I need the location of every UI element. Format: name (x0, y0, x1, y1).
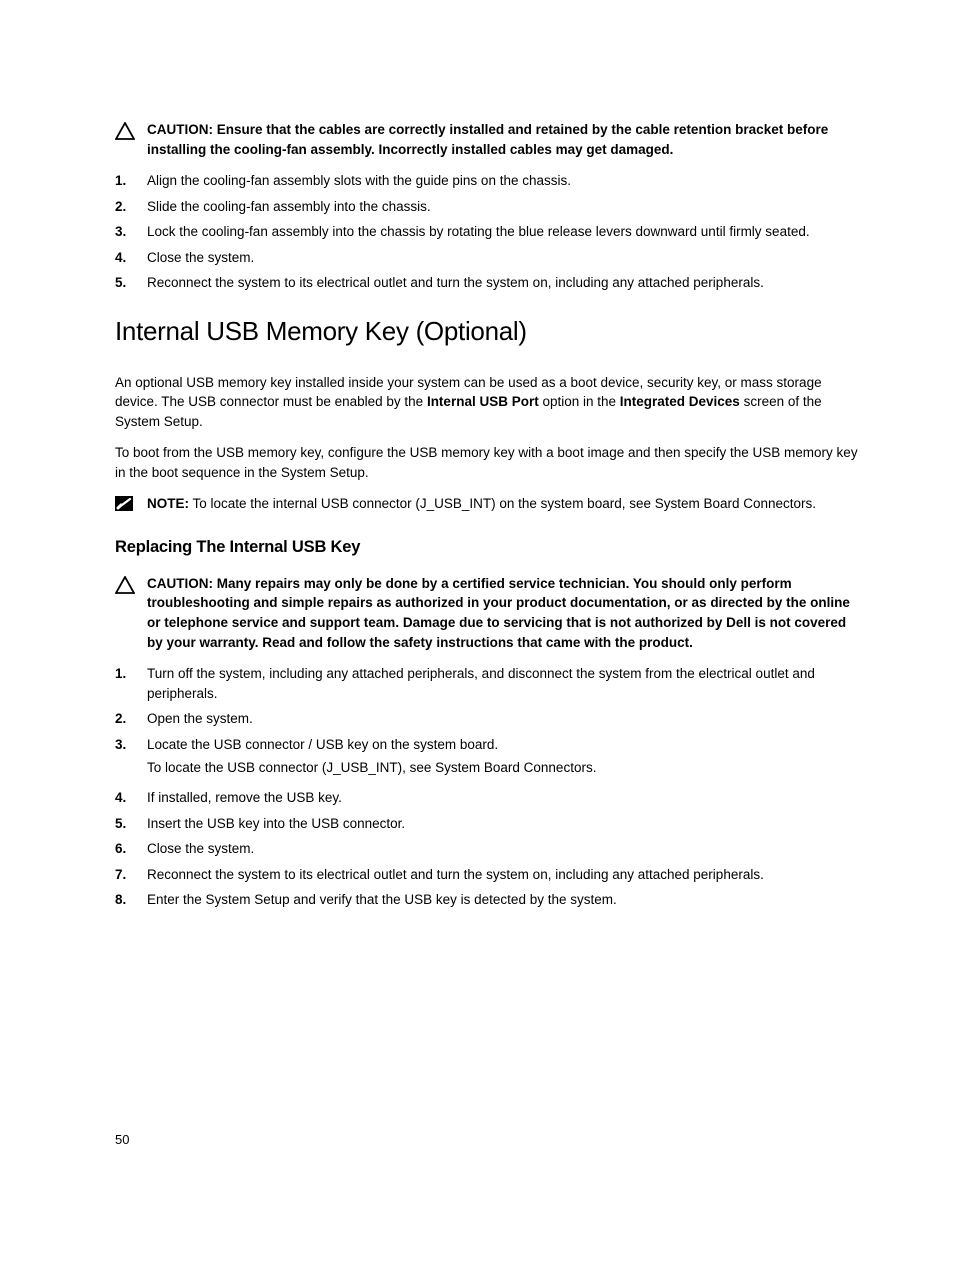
list-num: 7. (115, 865, 147, 885)
list-text: Insert the USB key into the USB connecto… (147, 814, 859, 834)
list-text: Enter the System Setup and verify that t… (147, 890, 859, 910)
list-item: 6. Close the system. (115, 839, 859, 859)
paragraph-1: An optional USB memory key installed ins… (115, 373, 859, 432)
list-text: Open the system. (147, 709, 859, 729)
list-text: Close the system. (147, 839, 859, 859)
note-text: NOTE: To locate the internal USB connect… (147, 494, 816, 514)
list-text: Lock the cooling-fan assembly into the c… (147, 222, 859, 242)
list-item: 8. Enter the System Setup and verify tha… (115, 890, 859, 910)
caution-block-2: CAUTION: Many repairs may only be done b… (115, 574, 859, 652)
list-text: If installed, remove the USB key. (147, 788, 859, 808)
list-num: 6. (115, 839, 147, 859)
list-text: Close the system. (147, 248, 859, 268)
list-num: 4. (115, 248, 147, 268)
heading-sub: Replacing The Internal USB Key (115, 536, 859, 560)
list-num: 5. (115, 814, 147, 834)
list-text: Slide the cooling-fan assembly into the … (147, 197, 859, 217)
caution-icon (115, 122, 147, 140)
list-text: Locate the USB connector / USB key on th… (147, 735, 859, 782)
caution-text-2: CAUTION: Many repairs may only be done b… (147, 574, 859, 652)
list-item: 3. Locate the USB connector / USB key on… (115, 735, 859, 782)
steps-list-2: 1. Turn off the system, including any at… (115, 664, 859, 910)
list-num: 2. (115, 709, 147, 729)
list-item: 4. If installed, remove the USB key. (115, 788, 859, 808)
list-text: Align the cooling-fan assembly slots wit… (147, 171, 859, 191)
caution-icon (115, 576, 147, 594)
heading-main: Internal USB Memory Key (Optional) (115, 313, 859, 351)
list-item: 7. Reconnect the system to its electrica… (115, 865, 859, 885)
list-num: 1. (115, 664, 147, 703)
list-item: 4. Close the system. (115, 248, 859, 268)
list-num: 5. (115, 273, 147, 293)
list-text: Reconnect the system to its electrical o… (147, 865, 859, 885)
list-item: 2. Open the system. (115, 709, 859, 729)
note-block-1: NOTE: To locate the internal USB connect… (115, 494, 859, 514)
list-num: 1. (115, 171, 147, 191)
list-item: 1. Align the cooling-fan assembly slots … (115, 171, 859, 191)
list-item: 5. Insert the USB key into the USB conne… (115, 814, 859, 834)
list-item: 3. Lock the cooling-fan assembly into th… (115, 222, 859, 242)
list-num: 4. (115, 788, 147, 808)
list-num: 3. (115, 735, 147, 782)
list-num: 8. (115, 890, 147, 910)
list-text: Reconnect the system to its electrical o… (147, 273, 859, 293)
page-number: 50 (115, 1131, 129, 1150)
list-num: 3. (115, 222, 147, 242)
steps-list-1: 1. Align the cooling-fan assembly slots … (115, 171, 859, 293)
list-text: Turn off the system, including any attac… (147, 664, 859, 703)
list-num: 2. (115, 197, 147, 217)
list-item: 1. Turn off the system, including any at… (115, 664, 859, 703)
list-item: 5. Reconnect the system to its electrica… (115, 273, 859, 293)
caution-block-1: CAUTION: Ensure that the cables are corr… (115, 120, 859, 159)
note-icon (115, 496, 147, 511)
paragraph-2: To boot from the USB memory key, configu… (115, 443, 859, 482)
list-item: 2. Slide the cooling-fan assembly into t… (115, 197, 859, 217)
caution-text-1: CAUTION: Ensure that the cables are corr… (147, 120, 859, 159)
